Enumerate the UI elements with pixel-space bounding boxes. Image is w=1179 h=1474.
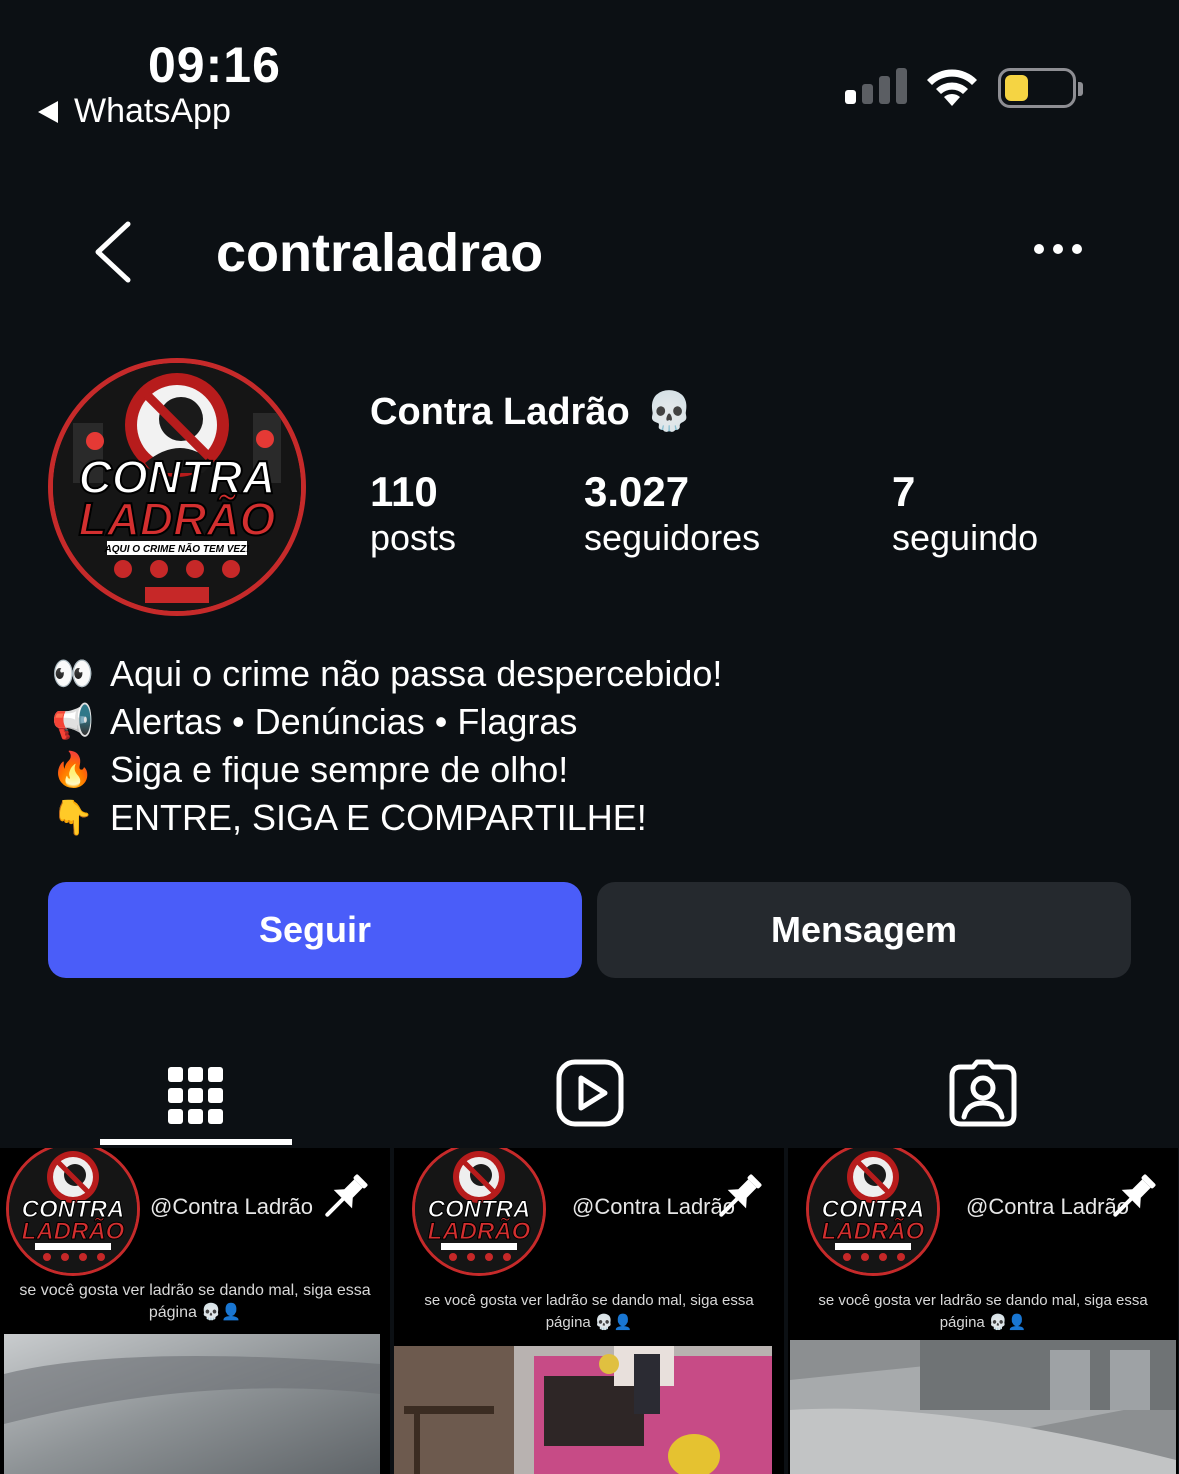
post-caption-line: página 💀👤 — [545, 1314, 633, 1331]
stat-posts[interactable]: 110 posts — [370, 468, 456, 559]
bio-line: 👀 Aqui o crime não passa despercebido! — [48, 650, 723, 698]
post-logo: CONTRA LADRÃO — [6, 1148, 140, 1276]
tab-reels[interactable] — [494, 1040, 686, 1146]
stat-posts-label: posts — [370, 517, 457, 559]
bio-line: 👇 ENTRE, SIGA E COMPARTILHE! — [48, 794, 722, 842]
post-caption: se você gosta ver ladrão se dando mal, s… — [788, 1290, 1178, 1334]
stat-following-value: 7 — [892, 468, 916, 515]
post-caption-line: página 💀👤 — [148, 1304, 242, 1321]
post-caption: se você gosta ver ladrão se dando mal, s… — [394, 1290, 784, 1334]
post-caption-line: se você gosta ver ladrão se dando mal, s… — [424, 1292, 754, 1309]
pointing-down-emoji: 👇 — [51, 799, 95, 837]
post-caption-line: se você gosta ver ladrão se dando mal, s… — [19, 1282, 371, 1299]
bio-text: ENTRE, SIGA E COMPARTILHE! — [110, 797, 647, 838]
back-to-app-link[interactable]: WhatsApp — [38, 92, 231, 131]
display-name-text: Contra Ladrão — [370, 390, 630, 433]
eyes-emoji: 👀 — [51, 655, 95, 693]
battery-fill — [1005, 75, 1028, 101]
wifi-icon — [927, 69, 977, 106]
tab-posts-grid[interactable] — [100, 1040, 292, 1146]
avatar-logo: CONTRA LADRÃO AQUI O CRIME NÃO TEM VEZ! — [53, 363, 301, 611]
post-tile[interactable]: CONTRA LADRÃO @Contra Ladrão se você gos… — [394, 1148, 784, 1474]
stat-posts-value: 110 — [370, 468, 438, 515]
more-horizontal-icon[interactable] — [1034, 244, 1082, 254]
back-triangle-icon — [38, 100, 58, 123]
chevron-left-icon[interactable] — [92, 220, 136, 284]
message-button[interactable]: Mensagem — [597, 882, 1131, 978]
cellular-signal-icon — [845, 68, 907, 104]
stat-followers[interactable]: 3.027 seguidores — [584, 468, 760, 559]
post-handle: @Contra Ladrão — [150, 1194, 313, 1219]
reels-icon — [556, 1059, 624, 1127]
post-video-thumbnail — [394, 1346, 772, 1474]
bio-text: Siga e fique sempre de olho! — [110, 749, 569, 790]
post-tile[interactable]: CONTRA LADRÃO @Contra Ladrão se você gos… — [788, 1148, 1178, 1474]
profile-tabs — [0, 1040, 1179, 1146]
post-logo: CONTRA LADRÃO — [806, 1148, 940, 1276]
avatar-tagline: AQUI O CRIME NÃO TEM VEZ! — [104, 542, 251, 555]
stat-followers-value: 3.027 — [584, 468, 690, 515]
tab-tagged[interactable] — [887, 1040, 1079, 1146]
bio-text: Alertas • Denúncias • Flagras — [110, 701, 578, 742]
post-handle: @Contra Ladrão — [572, 1194, 735, 1219]
pin-icon — [1113, 1174, 1156, 1217]
stat-following-label: seguindo — [892, 517, 1039, 559]
pin-icon — [719, 1174, 762, 1217]
stat-following[interactable]: 7 seguindo — [892, 468, 1038, 559]
post-tile[interactable]: CONTRA LADRÃO @Contra Ladrão se você gos… — [0, 1148, 390, 1474]
skull-emoji: 💀 — [645, 391, 694, 433]
post-caption: se você gosta ver ladrão se dando mal, s… — [0, 1280, 390, 1324]
post-logo: CONTRA LADRÃO — [412, 1148, 546, 1276]
post-handle: @Contra Ladrão — [966, 1194, 1129, 1219]
profile-avatar[interactable]: CONTRA LADRÃO AQUI O CRIME NÃO TEM VEZ! — [48, 358, 306, 616]
post-logo-text-bottom: LADRÃO — [22, 1217, 125, 1245]
post-caption-line: se você gosta ver ladrão se dando mal, s… — [818, 1292, 1148, 1309]
post-video-thumbnail — [4, 1334, 380, 1474]
post-caption-line: página 💀👤 — [939, 1314, 1027, 1331]
posts-grid: CONTRA LADRÃO @Contra Ladrão se você gos… — [0, 1148, 1179, 1474]
post-video-thumbnail — [790, 1340, 1176, 1474]
pin-icon — [325, 1174, 368, 1217]
post-logo-text-bottom: LADRÃO — [822, 1217, 925, 1245]
grid-icon — [168, 1067, 223, 1124]
fire-emoji: 🔥 — [51, 751, 95, 789]
post-logo-text-bottom: LADRÃO — [428, 1217, 531, 1245]
active-tab-indicator — [100, 1139, 292, 1145]
back-app-label: WhatsApp — [74, 92, 231, 130]
bio-text: Aqui o crime não passa despercebido! — [110, 653, 723, 694]
profile-display-name: Contra Ladrão 💀 — [370, 390, 693, 434]
status-time: 09:16 — [148, 37, 281, 93]
bio-line: 📢 Alertas • Denúncias • Flagras — [48, 698, 722, 746]
profile-bio: 👀 Aqui o crime não passa despercebido! 📢… — [48, 650, 723, 842]
profile-username: contraladrao — [216, 223, 544, 283]
bio-line: 🔥 Siga e fique sempre de olho! — [48, 746, 722, 794]
tagged-icon — [949, 1059, 1017, 1127]
follow-button[interactable]: Seguir — [48, 882, 582, 978]
avatar-text-bottom: LADRÃO — [79, 493, 276, 545]
megaphone-emoji: 📢 — [51, 703, 95, 741]
battery-icon — [998, 68, 1083, 108]
stat-followers-label: seguidores — [584, 517, 761, 559]
